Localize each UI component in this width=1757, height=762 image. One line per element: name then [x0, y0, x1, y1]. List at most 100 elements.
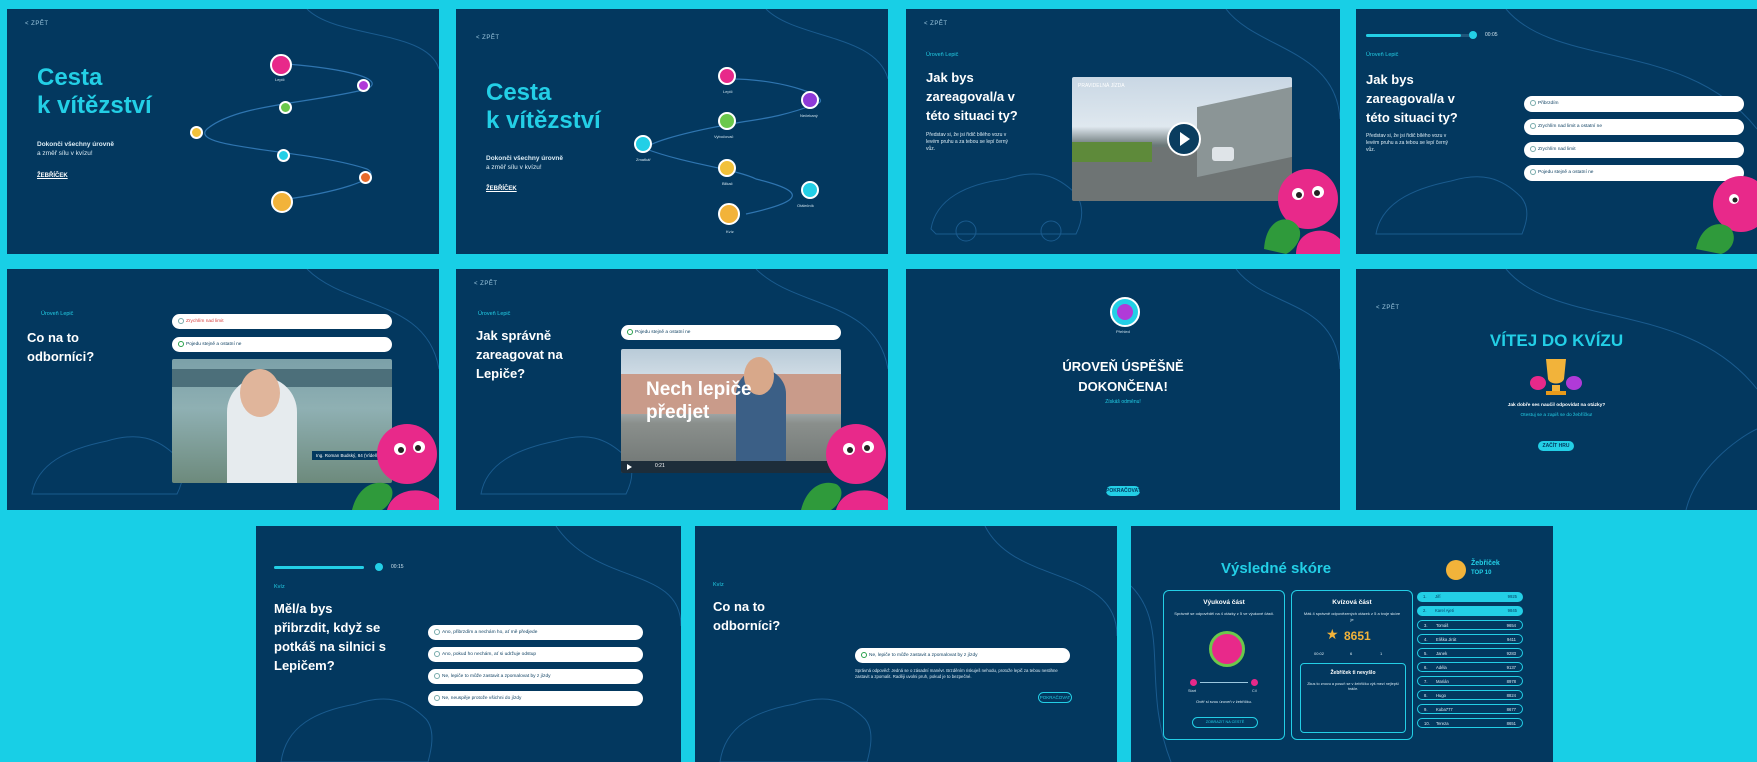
leaderboard-score: 9411 — [1506, 637, 1516, 642]
leaderboard-link[interactable]: ŽEBŘÍČEK — [37, 173, 68, 179]
leaderboard-rank: 5. — [1424, 651, 1428, 656]
level-node-3[interactable] — [279, 101, 292, 114]
leaderboard-score: 9283 — [1506, 651, 1516, 656]
video-time: 0:21 — [655, 463, 665, 469]
level-node-4[interactable] — [190, 126, 203, 139]
octopus-mascot — [352, 424, 439, 510]
start-quiz-button[interactable]: ZAČÍT HRU — [1538, 441, 1574, 451]
octopus-mascot — [801, 424, 888, 510]
play-icon[interactable] — [627, 464, 632, 470]
answer-option-1[interactable]: Přibrzdím — [1524, 96, 1744, 112]
level-note: Ověř si svou úroveň v žebříčku. — [1195, 699, 1253, 704]
timer-dot — [1469, 31, 1477, 39]
trophy-node[interactable] — [718, 203, 740, 225]
back-link[interactable]: < ZPĚT — [25, 21, 49, 27]
question-heading: Jak bys zareagoval/a v této situaci ty? — [1366, 71, 1458, 128]
stat-time: 00:02 — [1314, 651, 1325, 656]
leaderboard-score: 9137 — [1506, 665, 1516, 670]
continue-button[interactable]: POKRAČOVAT — [1038, 692, 1072, 703]
level-node-blikac[interactable] — [718, 159, 736, 177]
leaderboard-score: 9845 — [1507, 608, 1517, 613]
heading-line: zareagoval/a v — [1366, 90, 1455, 106]
leaderboard-rank: 4. — [1424, 637, 1428, 642]
leaderboard-row: 4. Eliška Jirát 9411 — [1417, 634, 1523, 644]
back-link[interactable]: < ZPĚT — [924, 21, 948, 27]
quiz-title: VÍTEJ DO KVÍZU — [1489, 331, 1624, 350]
range-bar — [1200, 682, 1248, 683]
heading-line: zareagovat na — [476, 346, 563, 362]
range-start-label: Start — [1188, 689, 1197, 693]
answer-option-3[interactable]: Zrychlím nad limit — [1524, 142, 1744, 158]
trophy-node[interactable] — [271, 191, 293, 213]
subtitle-line-1: Dokonči všechny úrovně — [486, 155, 563, 162]
text-line: levém pruhu a za tebou se lepí černý — [926, 138, 1008, 145]
subtitle: Dokonči všechny úrovně a změř sílu v kví… — [486, 155, 563, 173]
quiz-score-card: Kvízová část Máš 4 správně odpovězených … — [1291, 590, 1413, 740]
leaderboard-score: 9654 — [1506, 623, 1516, 628]
level-node-otalecnik[interactable] — [801, 181, 819, 199]
leaderboard-row: 10. Tereza 8651 — [1417, 718, 1523, 728]
level-node-6[interactable] — [359, 171, 372, 184]
reaction-heading: Jak správně zareagovat na Lepiče? — [476, 327, 563, 384]
leaderboard-name: Tomáš — [1436, 623, 1449, 628]
leaderboard-rank: 3. — [1424, 623, 1428, 628]
level-node-label-4: Zmatkář — [636, 157, 651, 162]
missing-title: Žebříček ti nevyšlo — [1330, 670, 1376, 676]
leaderboard-score: 8651 — [1506, 721, 1516, 726]
level-node-vybocovac[interactable] — [718, 112, 736, 130]
back-link[interactable]: < ZPĚT — [476, 35, 500, 41]
timer-progress — [1366, 34, 1471, 37]
leaderboard-score: 8978 — [1506, 679, 1516, 684]
panel-level-complete: Přehled ÚROVEŇ ÚSPĚŠNĚ DOKONČENA! Získáš… — [906, 269, 1340, 510]
level-label: Úroveň Lepič — [1366, 52, 1399, 58]
answer-option-2[interactable]: Zrychlím nad limit a ostatní ne — [1524, 119, 1744, 135]
back-link[interactable]: < ZPĚT — [474, 281, 498, 287]
leaderboard-row: 5. Janek 9283 — [1417, 648, 1523, 658]
level-label: Úroveň Lepič — [926, 52, 959, 58]
leaderboard-row: 2. Karel Ajeti 9845 — [1417, 606, 1523, 616]
play-button[interactable] — [1167, 122, 1201, 156]
leaderboard-score: 9925 — [1507, 594, 1517, 599]
answer-option-1[interactable]: Ano, přibrzdím a nechám ho, ať mě předje… — [428, 625, 643, 640]
heading-line: Lepiče? — [476, 365, 526, 381]
level-node-necekany[interactable] — [801, 91, 819, 109]
timer-progress — [274, 566, 364, 569]
answer-option-4[interactable]: Ne, neuspěje protože všichni do jízdy — [428, 691, 643, 706]
show-on-road-button[interactable]: ZOBRAZIT NA CESTĚ — [1192, 717, 1258, 728]
missing-box: Žebříček ti nevyšlo Zkus to znovu a posu… — [1300, 663, 1406, 733]
answer-option-2[interactable]: Ano, pokud ho nechám, ať si udržuje odst… — [428, 647, 643, 662]
panel-situation-video: < ZPĚT Úroveň Lepič Jak bys zareagoval/a… — [906, 9, 1340, 254]
trophy-icon — [1530, 359, 1582, 395]
leaderboard-list: 1. Jiří 9925 2. Karel Ajeti 9845 3. Tomáš 9654 4.… — [1417, 592, 1523, 732]
panel-road-map-2: < ZPĚT Cesta k vítězství Dokonči všechny… — [456, 9, 888, 254]
answer-option-correct[interactable]: Pojedu stejně a ostatní ne — [621, 325, 841, 340]
level-node-zmatkar[interactable] — [634, 135, 652, 153]
quiz-card-text: Máš 4 správně odpovězených otázek z 5 a … — [1303, 611, 1401, 622]
back-link[interactable]: < ZPĚT — [1376, 305, 1400, 311]
leaderboard-link[interactable]: ŽEBŘÍČEK — [486, 186, 517, 192]
final-score-value: 8651 — [1344, 629, 1371, 643]
leaderboard-row: 7. Marián 8978 — [1417, 676, 1523, 686]
level-node-lepic[interactable] — [718, 67, 736, 85]
subtitle-line-2: a změř sílu v kvízu! — [486, 163, 542, 171]
level-node-label-1: Lepič — [723, 89, 733, 94]
leaderboard-name: Kuba777 — [1436, 707, 1453, 712]
answer-option-correct[interactable]: Ne, lepiče to může zastavit a zpomalovat… — [855, 648, 1070, 663]
level-node-lepic[interactable] — [270, 54, 292, 76]
timer-value: 00:15 — [391, 564, 404, 570]
answer-option-correct[interactable]: Pojedu stejně a ostatní ne — [172, 337, 392, 352]
level-node-5[interactable] — [277, 149, 290, 162]
answer-option-wrong[interactable]: Zrychlím nad limit — [172, 314, 392, 329]
star-icon: ★ — [1326, 626, 1339, 642]
leaderboard-name: Eliška Jirát — [1436, 637, 1457, 642]
leaderboard-rank: 6. — [1424, 665, 1428, 670]
stat-correct: 6 — [1350, 651, 1353, 656]
level-node-label-3: Vybočovač — [714, 134, 734, 139]
heading-line: Lepičem? — [274, 657, 335, 673]
heading-line: Měl/a bys — [274, 601, 333, 616]
panel-correct-reaction: < ZPĚT Úroveň Lepič Jak správně zareagov… — [456, 269, 888, 510]
continue-button[interactable]: POKRAČOVAT — [1106, 486, 1141, 496]
overlay-line: Nech lepiče — [646, 379, 752, 400]
answer-option-3[interactable]: Ne, lepiče to může zastavit a zpomalovat… — [428, 669, 643, 684]
level-node-2[interactable] — [357, 79, 370, 92]
